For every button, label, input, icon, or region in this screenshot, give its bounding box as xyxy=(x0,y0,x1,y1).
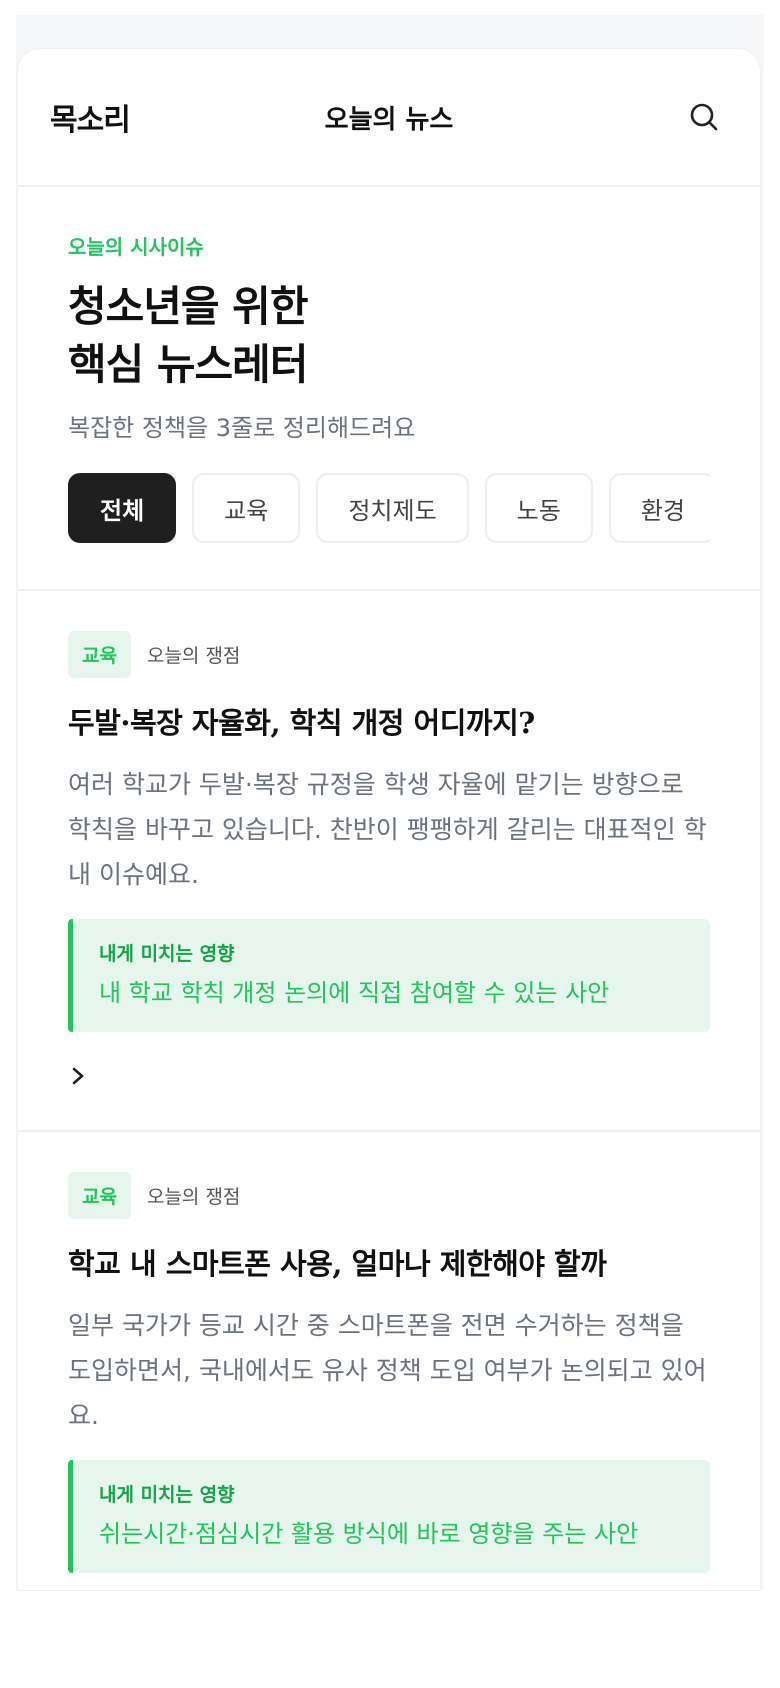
search-icon xyxy=(690,103,718,131)
hero-title-line-1: 청소년을 위한 xyxy=(68,282,308,331)
category-filter: 전체 교육 정치제도 노동 환경 xyxy=(68,473,710,543)
hero-section: 오늘의 시사이슈 청소년을 위한 핵심 뉴스레터 복잡한 정책을 3줄로 정리해… xyxy=(18,187,760,591)
impact-box: 내게 미치는 영향 내 학교 학칙 개정 논의에 직접 참여할 수 있는 사안 xyxy=(68,919,710,1032)
category-tag: 교육 xyxy=(68,631,131,678)
top-header: 목소리 오늘의 뉴스 xyxy=(18,49,760,187)
card-summary: 여러 학교가 두발·복장 규정을 학생 자율에 맡기는 방향으로 학칙을 바꾸고… xyxy=(68,770,707,889)
hero-title-line-2: 핵심 뉴스레터 xyxy=(68,340,308,389)
app-screen: 목소리 오늘의 뉴스 오늘의 시사이슈 청소년을 위한 핵심 뉴스레터 복잡한 … xyxy=(18,49,760,1590)
card-meta: 교육 오늘의 쟁점 xyxy=(68,1172,710,1219)
hero-kicker: 오늘의 시사이슈 xyxy=(68,235,204,259)
impact-box: 내게 미치는 영향 쉬는시간·점심시간 활용 방식에 바로 영향을 주는 사안 xyxy=(68,1460,710,1573)
category-tag: 교육 xyxy=(68,1172,131,1219)
news-card[interactable]: 교육 오늘의 쟁점 두발·복장 자율화, 학칙 개정 어디까지? 여러 학교가 … xyxy=(18,591,760,1132)
chip-environment[interactable]: 환경 xyxy=(608,473,710,543)
card-title[interactable]: 학교 내 스마트폰 사용, 얼마나 제한해야 할까 xyxy=(68,1241,710,1283)
meta-label: 오늘의 쟁점 xyxy=(146,1186,241,1208)
impact-text: 내 학교 학칙 개정 논의에 직접 참여할 수 있는 사안 xyxy=(99,979,610,1007)
card-title[interactable]: 두발·복장 자율화, 학칙 개정 어디까지? xyxy=(68,700,710,742)
impact-text: 쉬는시간·점심시간 활용 방식에 바로 영향을 주는 사안 xyxy=(99,1520,639,1548)
hero-title: 청소년을 위한 핵심 뉴스레터 xyxy=(68,278,710,394)
card-meta: 교육 오늘의 쟁점 xyxy=(68,631,710,678)
card-summary: 일부 국가가 등교 시간 중 스마트폰을 전면 수거하는 정책을 도입하면서, … xyxy=(68,1311,707,1430)
expand-button[interactable] xyxy=(68,1058,104,1094)
chip-politics[interactable]: 정치제도 xyxy=(316,473,469,543)
impact-label: 내게 미치는 영향 xyxy=(99,1484,235,1506)
search-button[interactable] xyxy=(682,95,726,139)
chevron-right-icon xyxy=(72,1067,84,1085)
chip-education[interactable]: 교육 xyxy=(192,473,301,543)
hero-subtitle: 복잡한 정책을 3줄로 정리해드려요 xyxy=(68,414,416,442)
meta-label: 오늘의 쟁점 xyxy=(146,645,241,667)
chip-all[interactable]: 전체 xyxy=(68,473,177,543)
chip-labor[interactable]: 노동 xyxy=(484,473,593,543)
brand-logo[interactable]: 목소리 xyxy=(50,95,131,139)
impact-label: 내게 미치는 영향 xyxy=(99,943,235,965)
news-card[interactable]: 교육 오늘의 쟁점 학교 내 스마트폰 사용, 얼마나 제한해야 할까 일부 국… xyxy=(18,1132,760,1590)
